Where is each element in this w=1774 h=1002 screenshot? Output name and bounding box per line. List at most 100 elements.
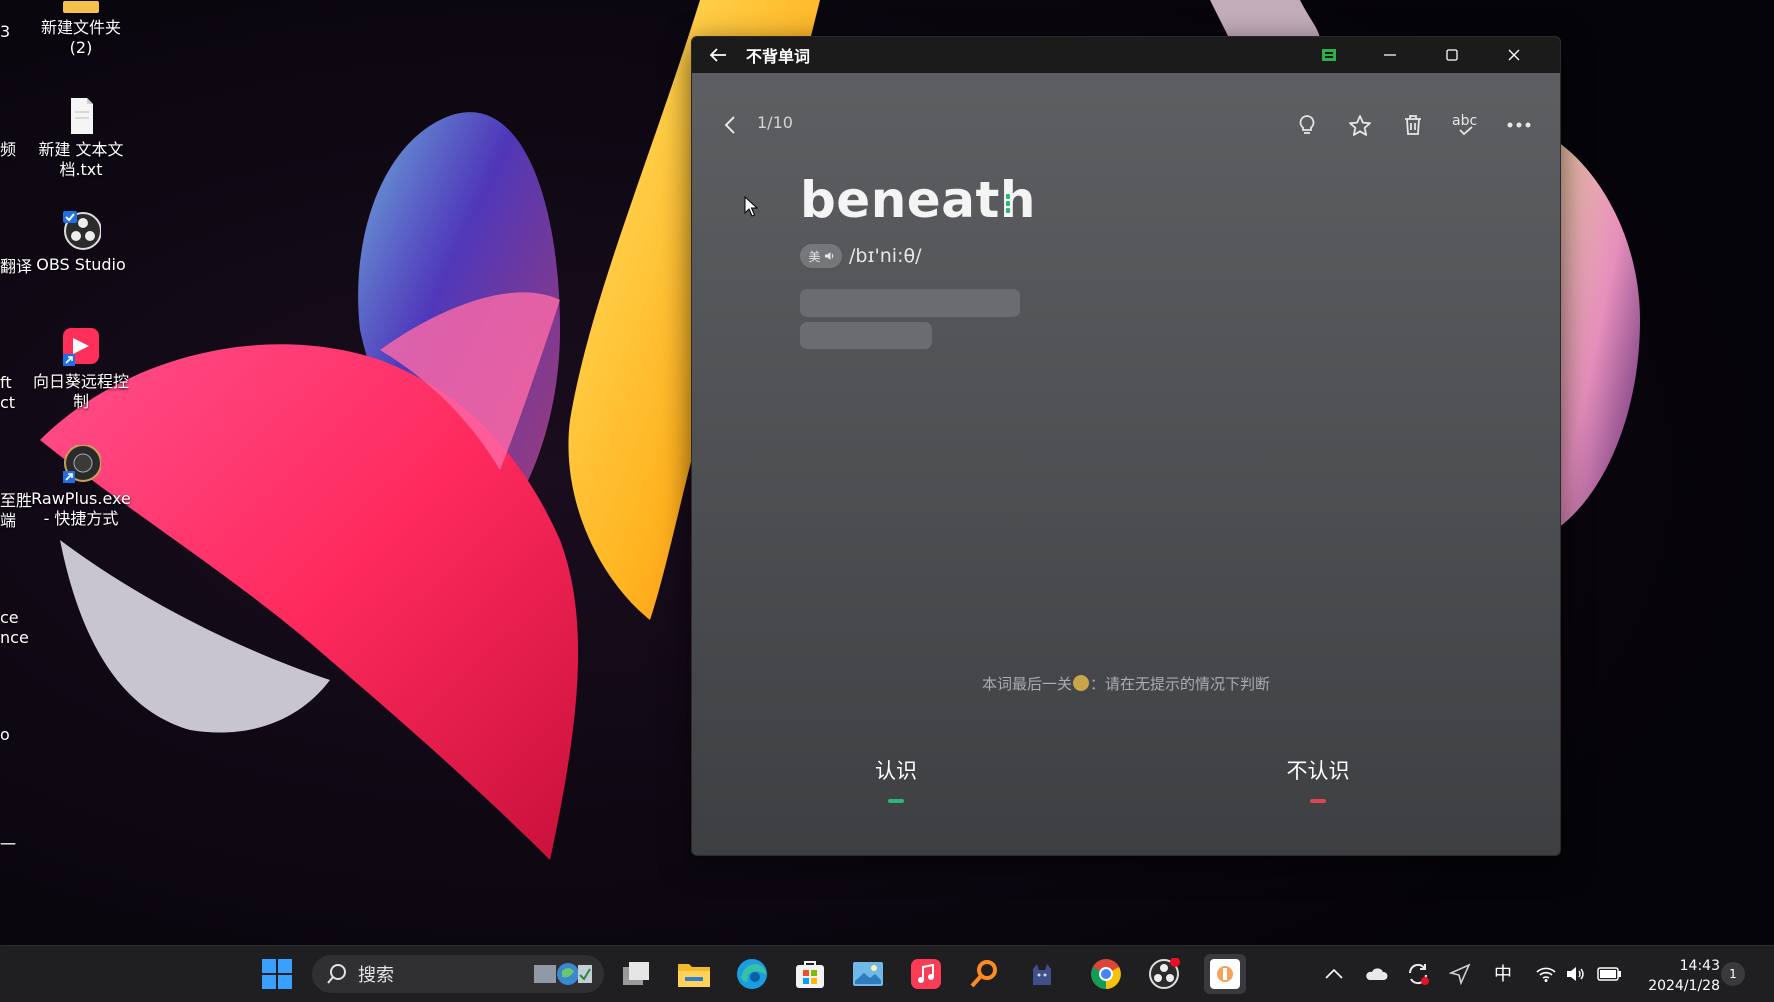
input-method-indicator[interactable]: 中 <box>1494 960 1512 986</box>
sunlogin-icon <box>61 328 101 368</box>
start-button[interactable] <box>259 956 295 992</box>
delete-word-button[interactable] <box>1397 109 1429 141</box>
vocabulary-word: beneath <box>800 171 1036 229</box>
search-placeholder: 搜索 <box>358 965 394 986</box>
taskbar-everything-search[interactable] <box>966 956 1002 992</box>
definition-placeholder <box>800 289 1020 317</box>
cloud-icon <box>1366 968 1388 980</box>
search-icon <box>327 964 346 984</box>
star-icon <box>1349 115 1371 136</box>
desktop-icon-obs-studio[interactable]: OBS Studio <box>26 211 136 275</box>
maximize-button[interactable] <box>1421 37 1483 73</box>
chrome-icon <box>1091 959 1121 989</box>
lightbulb-icon <box>1299 115 1315 134</box>
trash-icon <box>1405 115 1421 135</box>
volume-tray-icon[interactable] <box>1558 956 1594 992</box>
chevron-left-icon <box>724 116 735 134</box>
arrow-left-icon <box>709 48 726 62</box>
window-titlebar[interactable]: 不背单词 <box>692 37 1560 73</box>
partial-desktop-label: 至胜 端 <box>0 491 33 530</box>
taskbar-chrome[interactable] <box>1088 956 1124 992</box>
svg-text:abc: abc <box>1452 113 1477 129</box>
taskbar-cat-app[interactable] <box>1024 956 1060 992</box>
definition-placeholder <box>800 322 932 349</box>
task-view-icon <box>623 962 649 985</box>
taskbar: 搜索 中 14:43 2024/1/28 1 <box>0 945 1774 1002</box>
more-options-button[interactable] <box>1503 109 1535 141</box>
progress-counter: 1/10 <box>757 113 793 132</box>
taskbar-obs-studio[interactable] <box>1146 956 1182 992</box>
desktop-icon-label: OBS Studio <box>36 255 126 274</box>
window-title: 不背单词 <box>746 47 811 66</box>
partial-desktop-label: ft ct <box>0 373 16 412</box>
mouse-cursor-icon <box>744 196 759 217</box>
minimize-button[interactable] <box>1359 37 1421 73</box>
spelling-button[interactable]: abc <box>1450 109 1482 141</box>
dont-know-button[interactable]: 不认识 <box>1238 755 1398 803</box>
show-hidden-icons-button[interactable] <box>1316 956 1352 992</box>
know-button[interactable]: 认识 <box>816 755 976 803</box>
battery-tray-icon[interactable] <box>1592 956 1628 992</box>
text-file-icon <box>61 96 101 136</box>
onedrive-tray-icon[interactable] <box>1358 956 1394 992</box>
dont-know-indicator <box>1310 799 1326 803</box>
minimize-icon <box>1384 54 1396 56</box>
sync-tray-icon[interactable] <box>1400 956 1436 992</box>
clock-date: 2024/1/28 <box>1648 978 1720 994</box>
titlebar-back-button[interactable] <box>706 47 730 63</box>
pronunciation-play-button[interactable]: 美 <box>800 244 842 268</box>
send-arrow-icon <box>1449 963 1471 985</box>
taskbar-apple-music[interactable] <box>908 956 944 992</box>
taskbar-microsoft-store[interactable] <box>792 956 828 992</box>
taskbar-photos[interactable] <box>850 956 886 992</box>
desktop-icon-new-folder[interactable]: 新建文件夹 (2) <box>26 0 136 58</box>
accent-label: 美 <box>808 249 821 264</box>
desktop-icon-label: 新建 文本文 档.txt <box>38 140 124 179</box>
folder-icon <box>678 964 710 987</box>
hint-text: 本词最后一关 <box>981 675 1072 693</box>
clock-time: 14:43 <box>1679 958 1720 974</box>
taskbar-bubei-danci[interactable] <box>1204 954 1246 994</box>
neutral-face-icon <box>1073 675 1089 691</box>
task-view-button[interactable] <box>618 956 654 992</box>
more-horizontal-icon <box>1507 122 1531 128</box>
hint-text: ：请在无提示的情况下判断 <box>1090 675 1271 693</box>
taskbar-search-box[interactable]: 搜索 <box>312 955 604 993</box>
previous-word-button[interactable] <box>714 109 746 141</box>
folder-icon <box>61 0 101 14</box>
battery-charging-icon <box>1597 967 1621 981</box>
close-button[interactable] <box>1483 37 1545 73</box>
edge-icon <box>737 959 767 989</box>
desktop-icon-label: 新建文件夹 (2) <box>40 18 121 57</box>
maximize-icon <box>1446 49 1458 61</box>
partial-desktop-label: o <box>0 725 10 744</box>
know-label: 认识 <box>875 759 917 783</box>
hint-message: 本词最后一关 ：请在无提示的情况下判断 <box>692 673 1560 694</box>
favorite-button[interactable] <box>1344 109 1376 141</box>
desktop-icon-label: 向日葵远程控 制 <box>32 372 129 411</box>
location-tray-icon[interactable] <box>1442 956 1478 992</box>
desktop-icon-rawplus[interactable]: RawPlus.exe - 快捷方式 <box>26 444 136 529</box>
chevron-up-icon <box>1325 969 1343 979</box>
compact-overlay-button[interactable] <box>1314 37 1344 73</box>
vocabulary-app-window: 不背单词 1/10 abc beneath 美 /bɪ'ni:θ/ 本词最后一关… <box>691 36 1561 856</box>
desktop-icon-new-text-file[interactable]: 新建 文本文 档.txt <box>26 96 136 180</box>
taskbar-clock[interactable]: 14:43 2024/1/28 <box>1640 956 1720 996</box>
desktop-icon-sunlogin[interactable]: 向日葵远程控 制 <box>26 328 136 412</box>
search-highlight-icon <box>534 963 592 985</box>
photos-icon <box>853 962 883 986</box>
notification-badge[interactable]: 1 <box>1721 962 1745 986</box>
mini-mode-icon <box>1322 49 1336 61</box>
taskbar-edge-browser[interactable] <box>734 956 770 992</box>
word-level-indicator <box>1006 194 1012 215</box>
music-icon <box>911 959 941 989</box>
partial-desktop-label: 一 <box>0 835 17 854</box>
taskbar-file-explorer[interactable] <box>676 956 712 992</box>
speaker-icon <box>824 252 833 260</box>
cat-icon <box>1033 964 1051 985</box>
close-icon <box>1508 49 1520 61</box>
speaker-icon <box>1567 967 1584 981</box>
obs-studio-icon <box>1149 958 1180 989</box>
phonetic-transcription: /bɪ'ni:θ/ <box>849 245 922 267</box>
hint-button[interactable] <box>1291 109 1323 141</box>
